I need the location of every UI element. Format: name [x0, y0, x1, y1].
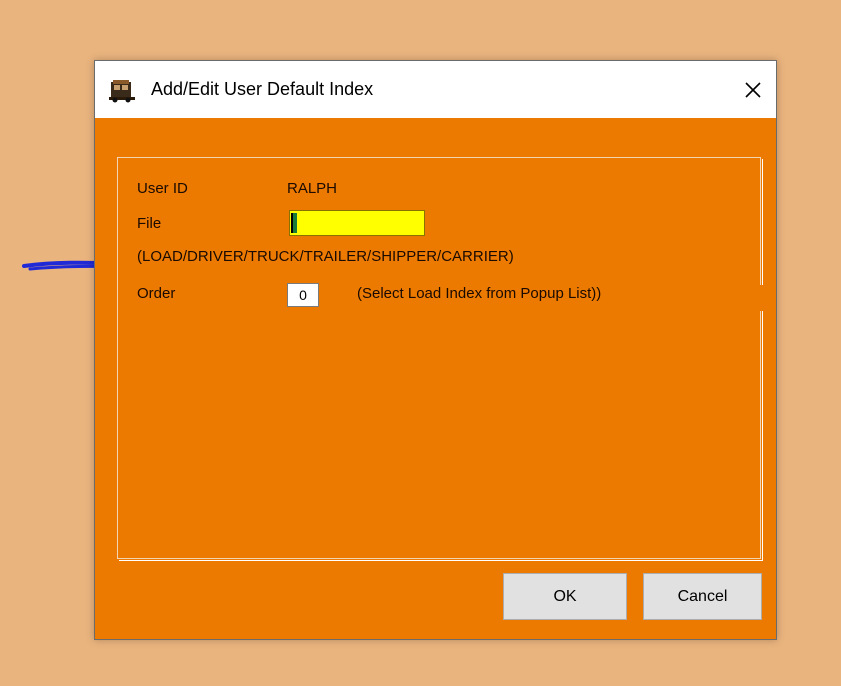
title-bar[interactable]: Add/Edit User Default Index: [95, 61, 776, 118]
user-id-value: RALPH: [287, 180, 338, 197]
add-edit-user-default-index-dialog: Add/Edit User Default Index User ID RALP…: [94, 60, 777, 640]
user-id-label: User ID: [137, 180, 188, 197]
truck-app-icon: [109, 80, 135, 103]
order-label: Order: [137, 285, 176, 302]
file-hint: (LOAD/DRIVER/TRUCK/TRAILER/SHIPPER/CARRI…: [137, 248, 514, 265]
close-button[interactable]: [730, 61, 776, 118]
cancel-button[interactable]: Cancel: [643, 573, 762, 620]
file-input[interactable]: [289, 210, 425, 236]
order-input[interactable]: [287, 283, 319, 307]
close-icon: [745, 81, 761, 98]
form-panel: [117, 157, 764, 561]
order-hint: (Select Load Index from Popup List)): [357, 285, 602, 302]
ok-button[interactable]: OK: [503, 573, 627, 620]
window-title: Add/Edit User Default Index: [151, 79, 374, 99]
file-label: File: [137, 215, 162, 232]
panel-border-gap: [756, 285, 764, 311]
text-cursor: [291, 213, 297, 233]
